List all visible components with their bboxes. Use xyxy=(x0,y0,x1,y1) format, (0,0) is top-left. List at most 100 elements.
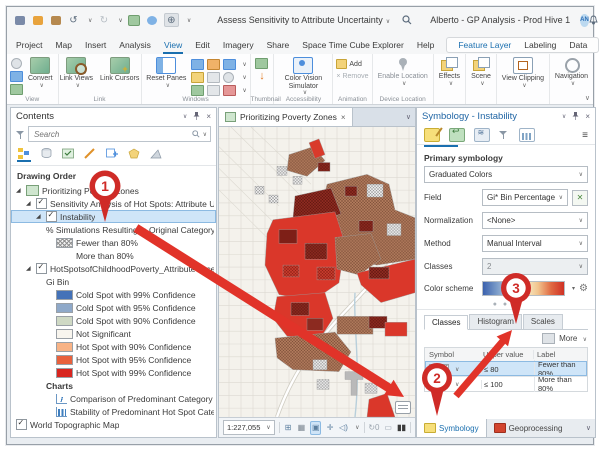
color-scheme-chevron-icon[interactable]: ▾ xyxy=(572,285,575,292)
convert-button[interactable]: Convert∨ xyxy=(26,56,55,90)
list-by-snapping-icon[interactable] xyxy=(105,147,119,162)
layer-item-group[interactable]: ◢ Sensitivity Analysis of Hot Spots: Att… xyxy=(11,197,216,210)
expand-icon[interactable]: ◢ xyxy=(36,213,43,220)
add-animation-button[interactable]: Add xyxy=(336,59,361,69)
notification-pane-icon[interactable] xyxy=(207,85,220,96)
windows-chevron-icon[interactable]: ∨ xyxy=(242,61,246,68)
map-tabs-chevron-icon[interactable]: ∨ xyxy=(406,113,415,121)
tasks-pane-icon[interactable] xyxy=(191,85,204,96)
menu-icon[interactable]: ≡ xyxy=(582,130,588,141)
contents-search-input[interactable]: ∨ xyxy=(28,126,211,142)
overview-map-icon[interactable]: ▣ xyxy=(310,421,321,435)
legend-item[interactable]: Cold Spot with 99% Confidence xyxy=(11,288,216,301)
collapse-ribbon-icon[interactable]: ∨ xyxy=(585,94,590,102)
class-symbol-swatch[interactable] xyxy=(429,379,449,389)
tab-classes[interactable]: Classes xyxy=(424,315,468,330)
tab-histogram[interactable]: Histogram xyxy=(469,314,521,329)
add-bookmark-icon[interactable]: ✛ xyxy=(325,422,334,434)
legend-item[interactable]: Cold Spot with 95% Confidence xyxy=(11,301,216,314)
media-icon[interactable]: ◁) xyxy=(339,422,348,434)
share-pane-icon[interactable] xyxy=(223,85,236,96)
tab-insert[interactable]: Insert xyxy=(84,38,107,54)
symbology-menu-chevron-icon[interactable]: ∨ xyxy=(562,113,566,120)
tab-project[interactable]: Project xyxy=(15,38,43,54)
legend-item[interactable]: Hot Spot with 90% Confidence xyxy=(11,340,216,353)
create-thumbnail-icon[interactable] xyxy=(255,58,268,69)
globe-icon[interactable] xyxy=(146,14,159,26)
locate-icon[interactable]: ↻0 xyxy=(368,422,379,434)
avatar[interactable]: AN xyxy=(580,14,589,27)
remove-animation-button[interactable]: ×Remove xyxy=(336,73,368,80)
windows-chevron2-icon[interactable]: ∨ xyxy=(242,74,246,81)
method-select[interactable]: Manual Interval∨ xyxy=(482,235,588,252)
legend-item[interactable]: Cold Spot with 90% Confidence xyxy=(11,314,216,327)
table-row[interactable]: ∨ ≤ 80 Fewer than 80% xyxy=(425,361,587,376)
windows-chevron3-icon[interactable]: ∨ xyxy=(242,87,246,94)
symbol-layer-drawing-icon[interactable] xyxy=(474,128,490,142)
contents-pane-icon[interactable] xyxy=(191,59,204,70)
color-vision-simulator-button[interactable]: Color Vision Simulator∨ xyxy=(277,56,329,98)
more-button[interactable]: More ∨ xyxy=(559,334,587,343)
undo-chevron-icon[interactable]: ∨ xyxy=(88,17,92,24)
map-tab-close-icon[interactable]: × xyxy=(341,113,346,122)
field-select[interactable]: Gi* Bin Percentage∨ xyxy=(482,189,568,206)
download-thumbnail-icon[interactable]: ↓ xyxy=(259,71,265,81)
scene-button[interactable]: Scene∨ xyxy=(469,56,493,88)
notifications-icon[interactable] xyxy=(589,15,598,25)
link-cursors-button[interactable]: + Link Cursors xyxy=(98,56,141,84)
map-view-icon[interactable] xyxy=(128,14,141,26)
tab-share[interactable]: Share xyxy=(266,38,291,54)
legend-item[interactable]: Not Significant xyxy=(11,327,216,340)
tab-imagery[interactable]: Imagery xyxy=(222,38,255,54)
dialog-icon[interactable] xyxy=(207,72,220,83)
contents-close-icon[interactable]: × xyxy=(206,112,211,121)
navigation-button[interactable]: Navigation∨ xyxy=(553,56,590,88)
link-views-button[interactable]: Link Views∨ xyxy=(58,56,95,90)
expand-icon[interactable]: ◢ xyxy=(26,200,33,207)
command-search[interactable]: Assess Sensitivity to Attribute Uncertai… xyxy=(217,15,390,25)
layer-item-instability[interactable]: ◢ Instability xyxy=(11,210,216,223)
symbol-grid-icon[interactable] xyxy=(542,333,555,344)
effects-button[interactable]: Effects∨ xyxy=(437,56,462,88)
redo-chevron-icon[interactable]: ∨ xyxy=(118,17,122,24)
set-expression-icon[interactable]: ✕ xyxy=(572,190,588,206)
tab-labeling[interactable]: Labeling xyxy=(524,40,556,50)
dock-tabs-chevron-icon[interactable]: ∨ xyxy=(586,424,595,432)
search-icon[interactable] xyxy=(402,15,412,25)
search-chevron-icon[interactable]: ∨ xyxy=(203,131,207,138)
primary-symbology-select[interactable]: Graduated Colors∨ xyxy=(424,166,588,183)
legend-item[interactable]: Fewer than 80% xyxy=(11,236,216,249)
reset-panes-button[interactable]: Reset Panes∨ xyxy=(144,56,188,90)
catalog-pane-icon[interactable] xyxy=(207,59,220,70)
map-tab[interactable]: Prioritizing Poverty Zones × xyxy=(219,108,353,126)
tab-symbology[interactable]: Symbology xyxy=(417,419,487,437)
list-by-data-source-icon[interactable] xyxy=(39,147,53,162)
primary-symbology-icon[interactable] xyxy=(424,128,440,142)
new-project-icon[interactable] xyxy=(49,14,62,26)
view-clipping-button[interactable]: View Clipping∨ xyxy=(500,56,546,90)
list-by-charts-icon[interactable] xyxy=(149,147,163,162)
open-project-icon[interactable] xyxy=(31,14,44,26)
popout-icon[interactable] xyxy=(395,401,411,414)
tab-map[interactable]: Map xyxy=(54,38,73,54)
enable-location-button[interactable]: Enable Location∨ xyxy=(376,56,430,88)
pane-splitter[interactable]: ● ● ● xyxy=(417,300,595,310)
list-by-editing-icon[interactable] xyxy=(83,147,97,162)
new-map-view-icon[interactable]: ⊞ xyxy=(283,422,292,434)
extent-icon[interactable]: ▭ xyxy=(383,422,392,434)
layer-item-map[interactable]: ◢ Prioritizing Poverty Zones xyxy=(11,184,216,197)
attribute-table-icon[interactable]: ▦ xyxy=(297,422,306,434)
chart-item[interactable]: Comparison of Predominant Category with … xyxy=(11,392,216,405)
tab-space-time-cube-explorer[interactable]: Space Time Cube Explorer xyxy=(301,38,405,54)
tab-view[interactable]: View xyxy=(163,38,183,54)
symbology-close-icon[interactable]: × xyxy=(585,112,590,121)
tab-help[interactable]: Help xyxy=(416,38,435,54)
class-symbol-swatch[interactable] xyxy=(429,364,449,374)
scale-based-symbology-icon[interactable] xyxy=(499,130,510,141)
legend-item[interactable]: Hot Spot with 99% Confidence xyxy=(11,366,216,379)
visibility-checkbox[interactable] xyxy=(36,263,47,274)
project-pane-icon[interactable] xyxy=(191,72,204,83)
map-canvas[interactable] xyxy=(219,127,415,417)
pause-drawing-icon[interactable] xyxy=(11,58,22,69)
table-row[interactable]: ∨ ≤ 100 More than 80% xyxy=(425,376,587,391)
